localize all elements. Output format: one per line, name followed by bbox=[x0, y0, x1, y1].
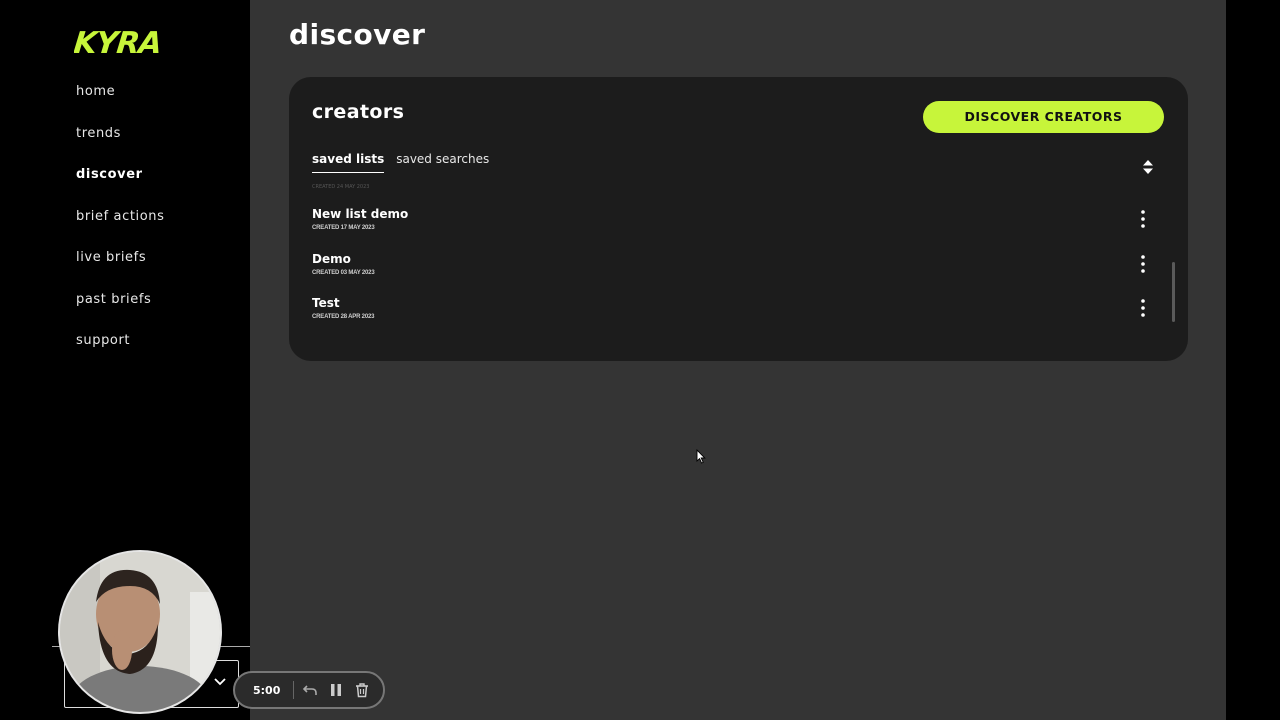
nav-item-home[interactable]: home bbox=[76, 82, 165, 124]
mouse-cursor-icon bbox=[696, 449, 706, 464]
recording-controls: 5:00 bbox=[233, 671, 385, 709]
right-margin bbox=[1226, 0, 1280, 720]
more-options-icon[interactable] bbox=[1138, 209, 1148, 229]
list-item-date: CREATED 03 MAY 2023 bbox=[312, 269, 375, 276]
undo-icon[interactable] bbox=[302, 682, 318, 698]
sort-icon[interactable] bbox=[1142, 159, 1154, 175]
saved-lists[interactable]: CREATED 24 MAY 2023 New list demo CREATE… bbox=[312, 183, 1174, 333]
svg-text:KYRA: KYRA bbox=[74, 26, 163, 60]
creators-card: creators DISCOVER CREATORS saved lists s… bbox=[289, 77, 1188, 361]
webcam-video bbox=[60, 552, 220, 712]
more-options-icon[interactable] bbox=[1138, 298, 1148, 318]
tab-saved-lists[interactable]: saved lists bbox=[312, 152, 385, 173]
nav-item-brief-actions[interactable]: brief actions bbox=[76, 207, 165, 249]
list-scrollbar[interactable] bbox=[1172, 262, 1175, 322]
list-item-name[interactable]: New list demo bbox=[312, 205, 1174, 221]
discover-creators-button[interactable]: DISCOVER CREATORS bbox=[923, 101, 1164, 133]
list-item[interactable]: Demo CREATED 03 MAY 2023 bbox=[312, 250, 1174, 295]
list-item-name[interactable]: Demo bbox=[312, 250, 1174, 266]
nav-item-trends[interactable]: trends bbox=[76, 124, 165, 166]
nav-item-support[interactable]: support bbox=[76, 331, 165, 373]
nav-item-past-briefs[interactable]: past briefs bbox=[76, 290, 165, 332]
divider bbox=[293, 681, 294, 699]
more-options-icon[interactable] bbox=[1138, 254, 1148, 274]
list-item[interactable]: Test CREATED 28 APR 2023 bbox=[312, 294, 1174, 333]
webcam-bubble[interactable] bbox=[58, 550, 222, 714]
pause-icon[interactable] bbox=[328, 682, 344, 698]
main-content: discover creators DISCOVER CREATORS save… bbox=[250, 0, 1226, 720]
card-title: creators bbox=[312, 101, 405, 123]
recording-timer: 5:00 bbox=[253, 683, 281, 697]
list-item-date-partial: CREATED 24 MAY 2023 bbox=[312, 184, 370, 190]
chevron-down-icon[interactable] bbox=[213, 677, 227, 687]
sidebar-nav: home trends discover brief actions live … bbox=[76, 82, 165, 373]
nav-item-discover[interactable]: discover bbox=[76, 165, 165, 207]
page-title: discover bbox=[289, 18, 426, 51]
kyra-logo[interactable]: KYRA bbox=[74, 22, 170, 60]
list-tabs: saved lists saved searches bbox=[312, 152, 489, 173]
nav-item-live-briefs[interactable]: live briefs bbox=[76, 248, 165, 290]
list-item-name[interactable]: Test bbox=[312, 294, 1174, 310]
list-item-date: CREATED 17 MAY 2023 bbox=[312, 225, 375, 231]
tab-saved-searches[interactable]: saved searches bbox=[396, 152, 489, 173]
list-item-date: CREATED 28 APR 2023 bbox=[312, 314, 375, 320]
list-item[interactable]: New list demo CREATED 17 MAY 2023 bbox=[312, 205, 1174, 250]
trash-icon[interactable] bbox=[354, 682, 370, 698]
